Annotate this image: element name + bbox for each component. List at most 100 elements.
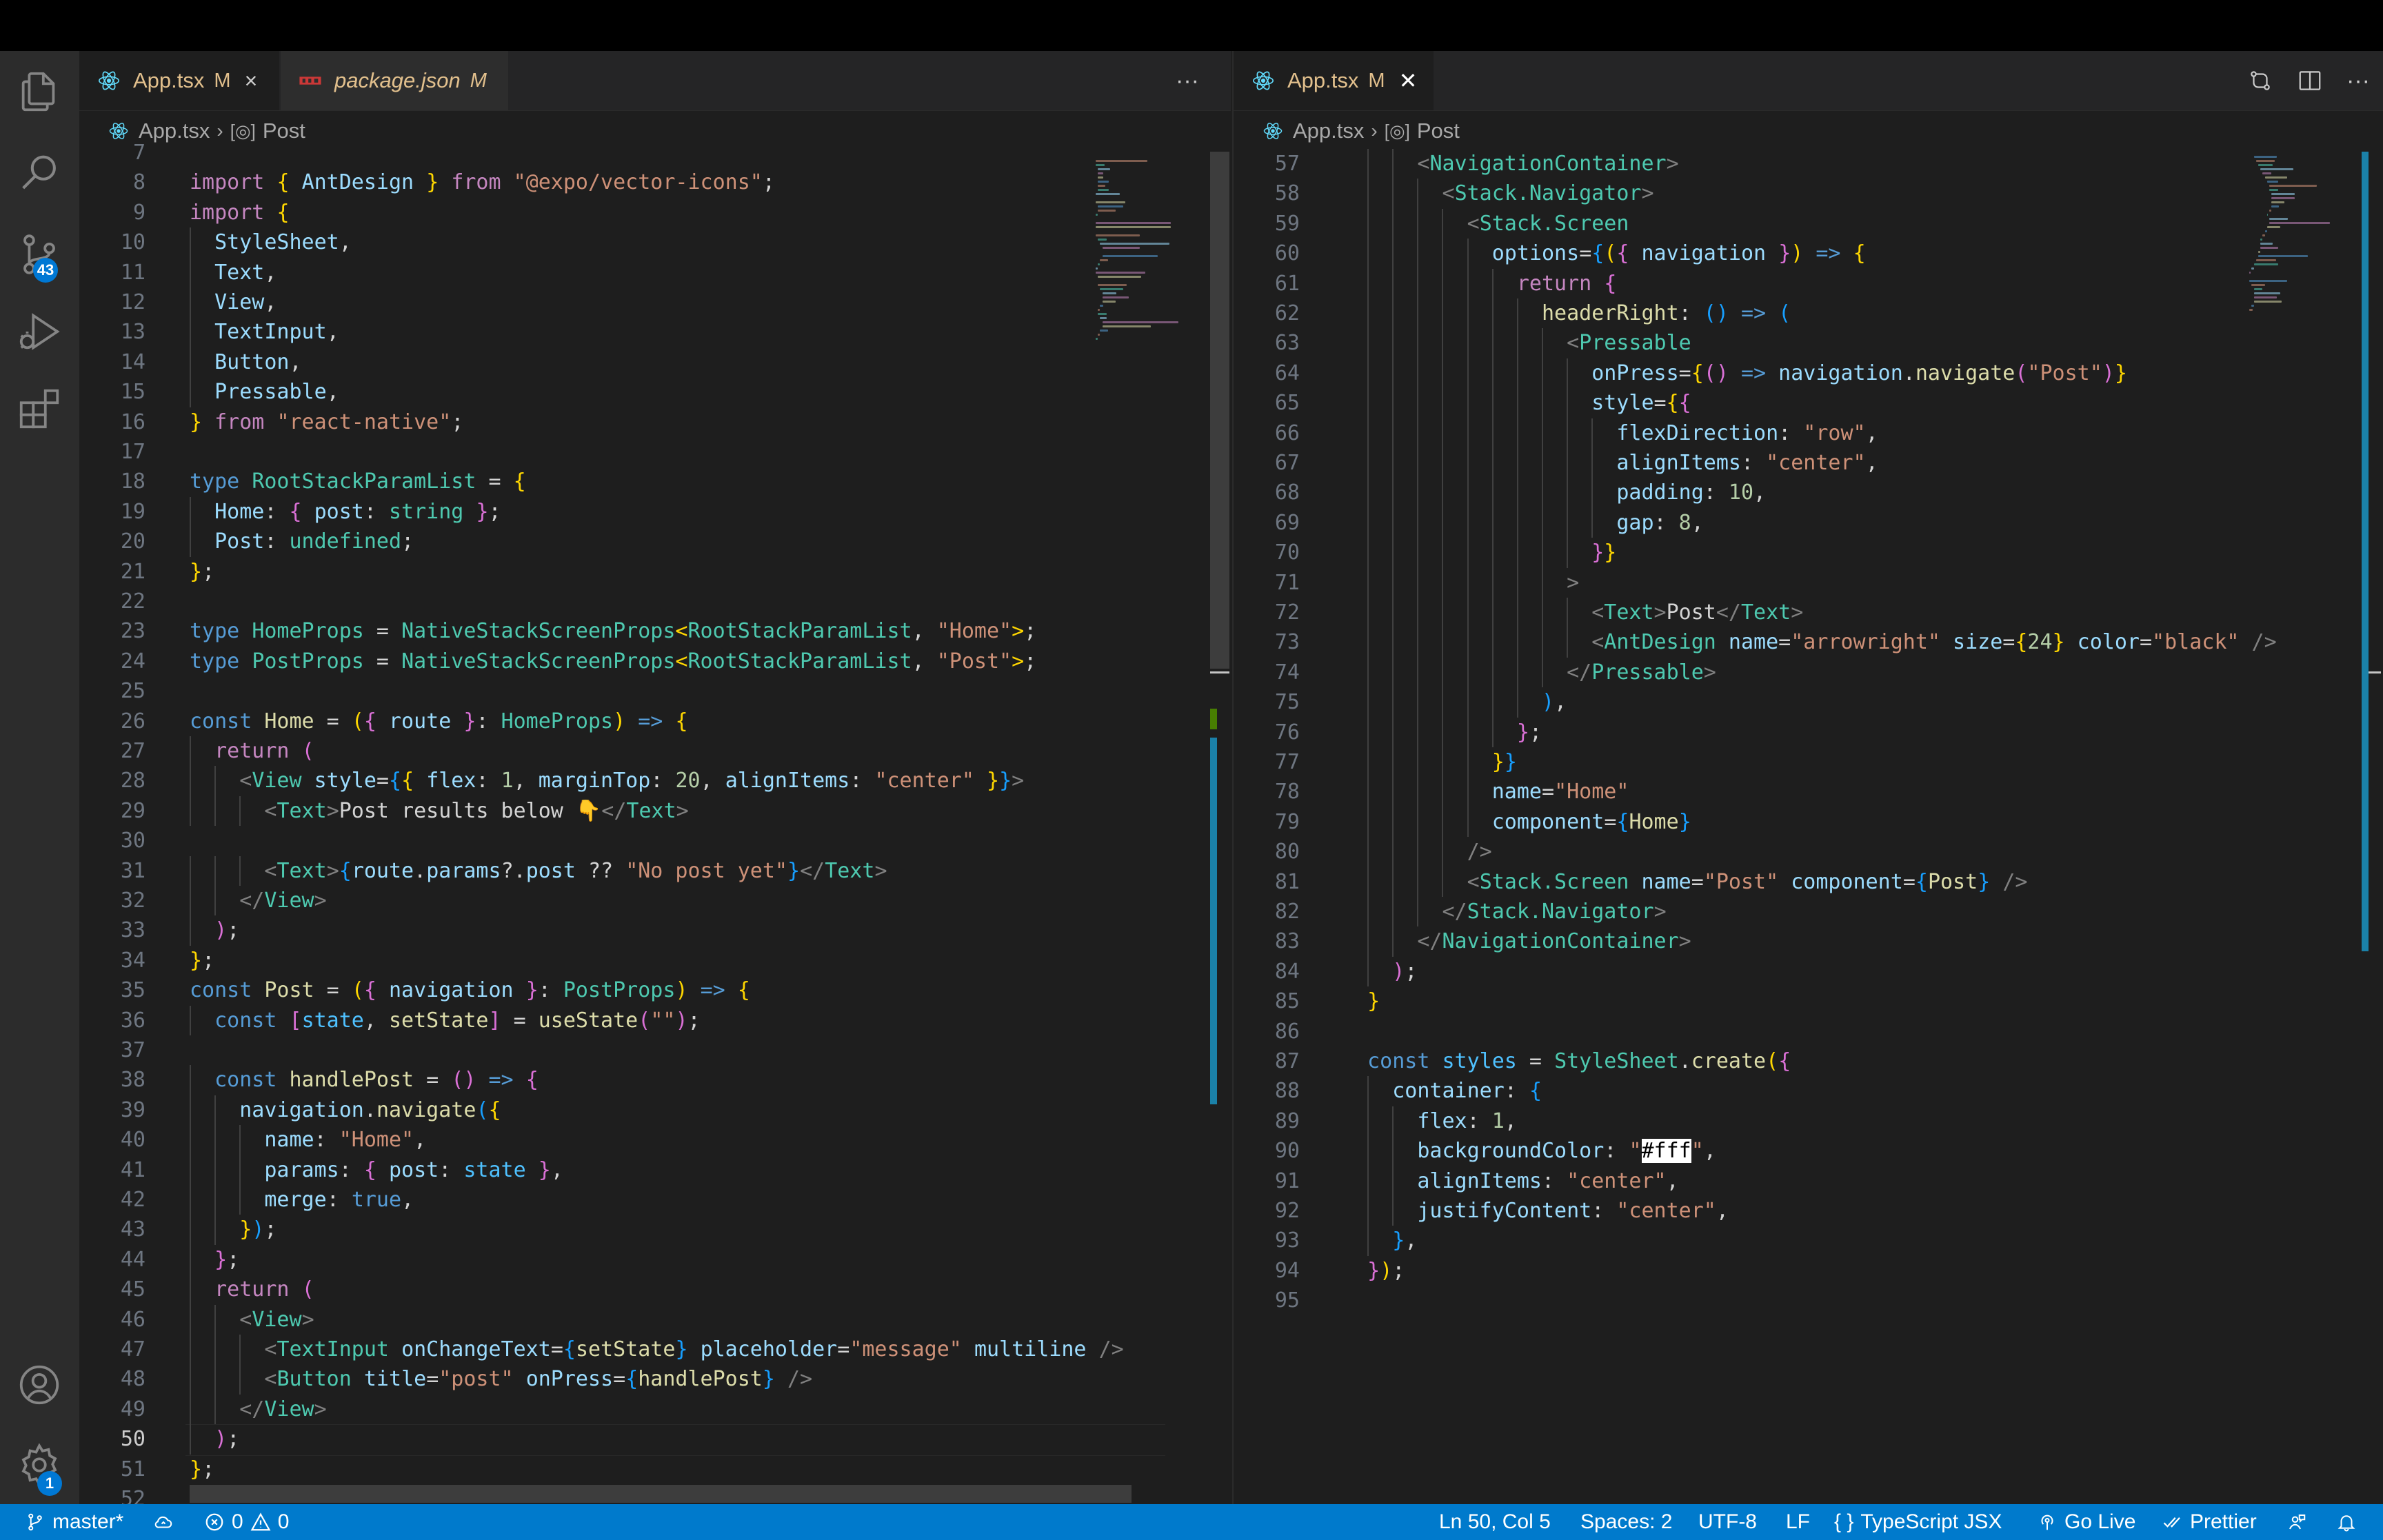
code-line[interactable]: 91 alignItems: "center", — [1234, 1166, 2383, 1196]
line-number[interactable]: 88 — [1234, 1076, 1300, 1106]
line-number[interactable]: 49 — [79, 1395, 145, 1424]
code-line[interactable]: 88 container: { — [1234, 1076, 2383, 1106]
go-live-button[interactable]: Go Live — [2037, 1504, 2135, 1540]
code-line[interactable]: 23 type HomeProps = NativeStackScreenProp… — [79, 616, 1231, 646]
line-number[interactable]: 8 — [79, 168, 145, 197]
line-number[interactable]: 16 — [79, 407, 145, 437]
line-number[interactable]: 67 — [1234, 448, 1300, 478]
accounts-feedback-button[interactable] — [2286, 1504, 2307, 1540]
code-line[interactable]: 71 > — [1234, 568, 2383, 598]
line-number[interactable]: 83 — [1234, 926, 1300, 956]
code-line[interactable]: 20 Post: undefined; — [79, 527, 1231, 556]
code-line[interactable]: 68 padding: 10, — [1234, 478, 2383, 507]
line-number[interactable]: 19 — [79, 497, 145, 527]
line-number[interactable]: 85 — [1234, 986, 1300, 1016]
code-line[interactable]: 40 name: "Home", — [79, 1125, 1231, 1155]
code-line[interactable]: 86 — [1234, 1017, 2383, 1046]
line-number[interactable]: 74 — [1234, 658, 1300, 687]
line-number[interactable]: 64 — [1234, 358, 1300, 388]
line-number[interactable]: 30 — [79, 826, 145, 855]
line-number[interactable]: 79 — [1234, 807, 1300, 837]
split-editor-icon[interactable] — [2297, 68, 2323, 94]
line-number[interactable]: 78 — [1234, 777, 1300, 807]
code-line[interactable]: 30 — [79, 826, 1231, 855]
line-number[interactable]: 87 — [1234, 1046, 1300, 1076]
code-line[interactable]: 8 import { AntDesign } from "@expo/vector… — [79, 168, 1231, 197]
code-line[interactable]: 46 <View> — [79, 1305, 1231, 1335]
code-line[interactable]: 35 const Post = ({ navigation }: PostProp… — [79, 975, 1231, 1005]
horizontal-scrollbar-left[interactable] — [190, 1485, 1132, 1503]
code-line[interactable]: 44 }; — [79, 1245, 1231, 1275]
line-number[interactable]: 71 — [1234, 568, 1300, 598]
minimap-left[interactable] — [1093, 152, 1210, 1504]
line-number[interactable]: 68 — [1234, 478, 1300, 507]
line-number[interactable]: 23 — [79, 616, 145, 646]
line-number[interactable]: 44 — [79, 1245, 145, 1275]
code-line[interactable]: 95 — [1234, 1286, 2383, 1315]
line-number[interactable]: 24 — [79, 647, 145, 676]
code-line[interactable]: 94 }); — [1234, 1256, 2383, 1286]
code-line[interactable]: 62 headerRight: () => ( — [1234, 298, 2383, 328]
open-changes-icon[interactable] — [2247, 68, 2273, 94]
code-line[interactable]: 66 flexDirection: "row", — [1234, 418, 2383, 448]
indentation[interactable]: Spaces: 2 — [1580, 1504, 1672, 1540]
account-icon[interactable] — [15, 1361, 63, 1409]
code-line[interactable]: 28 <View style={{ flex: 1, marginTop: 20… — [79, 766, 1231, 796]
code-line[interactable]: 45 return ( — [79, 1275, 1231, 1304]
encoding[interactable]: UTF-8 — [1698, 1504, 1757, 1540]
line-number[interactable]: 42 — [79, 1185, 145, 1215]
line-number[interactable]: 77 — [1234, 747, 1300, 777]
code-editor-left[interactable]: 7 8 import { AntDesign } from "@expo/vecto… — [79, 141, 1231, 1504]
line-number[interactable]: 59 — [1234, 209, 1300, 239]
minimap-right[interactable] — [2244, 152, 2362, 1504]
line-number[interactable]: 26 — [79, 707, 145, 736]
line-number[interactable]: 25 — [79, 676, 145, 706]
tab-app-tsx-right[interactable]: App.tsx M ✕ — [1234, 51, 1434, 110]
code-line[interactable]: 60 options={({ navigation }) => { — [1234, 239, 2383, 268]
code-line[interactable]: 48 <Button title="post" onPress={handleP… — [79, 1364, 1231, 1394]
code-line[interactable]: 27 return ( — [79, 736, 1231, 766]
code-line[interactable]: 74 </Pressable> — [1234, 658, 2383, 687]
line-number[interactable]: 80 — [1234, 837, 1300, 867]
code-line[interactable]: 70 }} — [1234, 538, 2383, 567]
code-line[interactable]: 63 <Pressable — [1234, 328, 2383, 358]
line-number[interactable]: 60 — [1234, 239, 1300, 268]
code-line[interactable]: 78 name="Home" — [1234, 777, 2383, 807]
code-line[interactable]: 85 } — [1234, 986, 2383, 1016]
line-number[interactable]: 17 — [79, 437, 145, 467]
line-number[interactable]: 22 — [79, 587, 145, 616]
run-debug-icon[interactable] — [15, 307, 63, 356]
line-number[interactable]: 39 — [79, 1095, 145, 1125]
tab-app-tsx-left[interactable]: App.tsx M × — [79, 51, 279, 110]
code-line[interactable]: 7 — [79, 138, 1231, 168]
sync-button[interactable] — [153, 1504, 174, 1540]
code-line[interactable]: 61 return { — [1234, 269, 2383, 298]
code-line[interactable]: 80 /> — [1234, 837, 2383, 867]
line-number[interactable]: 93 — [1234, 1226, 1300, 1255]
line-number[interactable]: 37 — [79, 1035, 145, 1065]
code-line[interactable]: 15 Pressable, — [79, 377, 1231, 407]
code-line[interactable]: 81 <Stack.Screen name="Post" component={… — [1234, 867, 2383, 897]
code-line[interactable]: 90 backgroundColor: "#fff", — [1234, 1136, 2383, 1166]
prettier-button[interactable]: Prettier — [2162, 1504, 2257, 1540]
code-line[interactable]: 9 import { — [79, 198, 1231, 227]
code-line[interactable]: 34}; — [79, 946, 1231, 975]
line-number[interactable]: 21 — [79, 557, 145, 587]
line-number[interactable]: 75 — [1234, 687, 1300, 717]
code-line[interactable]: 49 </View> — [79, 1395, 1231, 1424]
source-control-icon[interactable]: 43 — [15, 230, 63, 283]
code-line[interactable]: 41 params: { post: state }, — [79, 1155, 1231, 1185]
code-line[interactable]: 12 View, — [79, 287, 1231, 317]
end-of-line[interactable]: LF — [1786, 1504, 1810, 1540]
line-number[interactable]: 57 — [1234, 149, 1300, 179]
code-line[interactable]: 87 const styles = StyleSheet.create({ — [1234, 1046, 2383, 1076]
problems-indicator[interactable]: 0 0 — [204, 1504, 289, 1540]
close-icon[interactable]: ✕ — [1399, 68, 1418, 94]
line-number[interactable]: 31 — [79, 856, 145, 886]
line-number[interactable]: 11 — [79, 258, 145, 287]
code-line[interactable]: 51}; — [79, 1455, 1231, 1484]
code-line[interactable]: 75 ), — [1234, 687, 2383, 717]
code-line[interactable]: 33 ); — [79, 915, 1231, 945]
code-line[interactable]: 29 <Text>Post results below 👇</Text> — [79, 796, 1231, 826]
code-line[interactable]: 37 — [79, 1035, 1231, 1065]
